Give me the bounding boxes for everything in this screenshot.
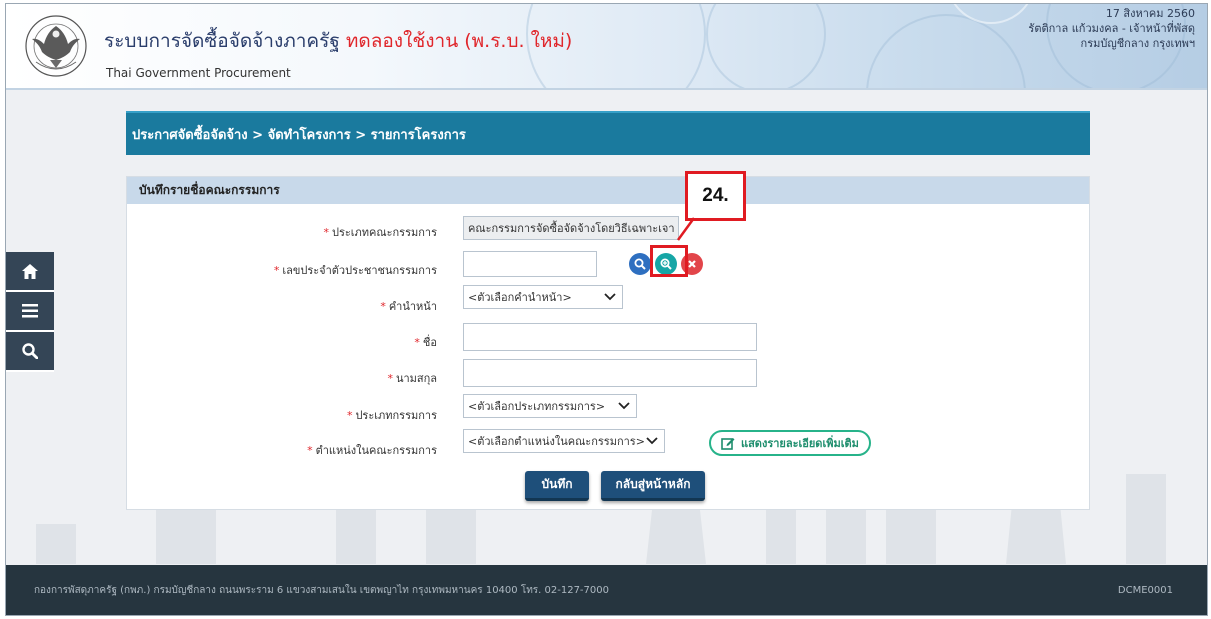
annotation-pointer [676,217,696,241]
lastname-input[interactable] [463,359,757,387]
lastname-label: * นามสกุล [387,372,437,385]
save-button[interactable]: บันทึก [525,471,589,501]
header: ระบบการจัดซื้อจัดจ้างภาครัฐ ทดลองใช้งาน … [6,4,1207,90]
prefix-select[interactable]: <ตัวเลือกคำนำหน้า> [463,285,623,309]
search-citizen-button[interactable] [629,253,651,275]
prefix-label: * คำนำหน้า [380,300,437,313]
chevron-down-icon [618,402,630,410]
step-annotation-label: 24. [685,171,746,221]
footer-address: กองการพัสดุภาครัฐ (กพภ.) กรมบัญชีกลาง ถน… [34,584,609,596]
search-icon [634,258,646,270]
committee-type-field: คณะกรรมการจัดซื้อจัดจ้างโดยวิธีเฉพาะเจา [463,216,679,240]
close-icon [688,260,696,268]
chevron-down-icon [604,293,616,301]
search-button[interactable] [6,332,54,372]
citizen-id-input[interactable] [463,251,597,277]
committee-type-label: * ประเภทคณะกรรมการ [323,226,437,239]
back-home-button[interactable]: กลับสู่หน้าหลัก [601,471,705,501]
current-date: 17 สิงหาคม 2560 [1105,7,1195,20]
breadcrumb-text[interactable]: ประกาศจัดซื้อจัดจ้าง > จัดทำโครงการ > รา… [132,124,466,145]
edit-icon [721,438,735,450]
home-icon [22,263,38,279]
side-nav [6,252,54,372]
garuda-logo[interactable] [20,12,92,78]
menu-icon [22,304,38,318]
user-department: กรมบัญชีกลาง กรุงเทพฯ [1080,37,1195,50]
citizen-id-label: * เลขประจำตัวประชาชนกรรมการ [273,264,437,277]
breadcrumb: ประกาศจัดซื้อจัดจ้าง > จัดทำโครงการ > รา… [126,111,1090,155]
app-title-text: ระบบการจัดซื้อจัดจ้างภาครัฐ [104,30,340,52]
chevron-down-icon [646,437,658,445]
member-type-select[interactable]: <ตัวเลือกประเภทกรรมการ> [463,394,637,418]
app-title: ระบบการจัดซื้อจัดจ้างภาครัฐ ทดลองใช้งาน … [104,26,572,56]
trial-badge: ทดลองใช้งาน (พ.ร.บ. ใหม่) [345,30,573,52]
app-subtitle: Thai Government Procurement [106,66,291,80]
member-type-label: * ประเภทกรรมการ [346,409,437,422]
user-name[interactable]: รัตติกาล แก้วมงคล - เจ้าหน้าที่พัสดุ [1028,21,1195,36]
menu-button[interactable] [6,292,54,332]
committee-form-panel: บันทึกรายชื่อคณะกรรมการ * ประเภทคณะกรรมกา… [126,176,1090,510]
position-label: * ตำแหน่งในคณะกรรมการ [307,444,437,457]
show-details-button[interactable]: แสดงรายละเอียดเพิ่มเติม [709,430,871,456]
footer: กองการพัสดุภาครัฐ (กพภ.) กรมบัญชีกลาง ถน… [6,565,1207,615]
panel-heading: บันทึกรายชื่อคณะกรรมการ [127,177,1089,204]
position-select[interactable]: <ตัวเลือกตำแหน่งในคณะกรรมการ> [463,429,665,453]
home-button[interactable] [6,252,54,292]
user-info: 17 สิงหาคม 2560 รัตติกาล แก้วมงคล - เจ้า… [1028,6,1195,51]
app-window: ระบบการจัดซื้อจัดจ้างภาครัฐ ทดลองใช้งาน … [5,3,1208,616]
search-icon [22,343,38,359]
annotation-highlight-box [650,245,688,277]
firstname-input[interactable] [463,323,757,351]
footer-code: DCME0001 [1117,584,1173,596]
firstname-label: * ชื่อ [414,336,437,349]
